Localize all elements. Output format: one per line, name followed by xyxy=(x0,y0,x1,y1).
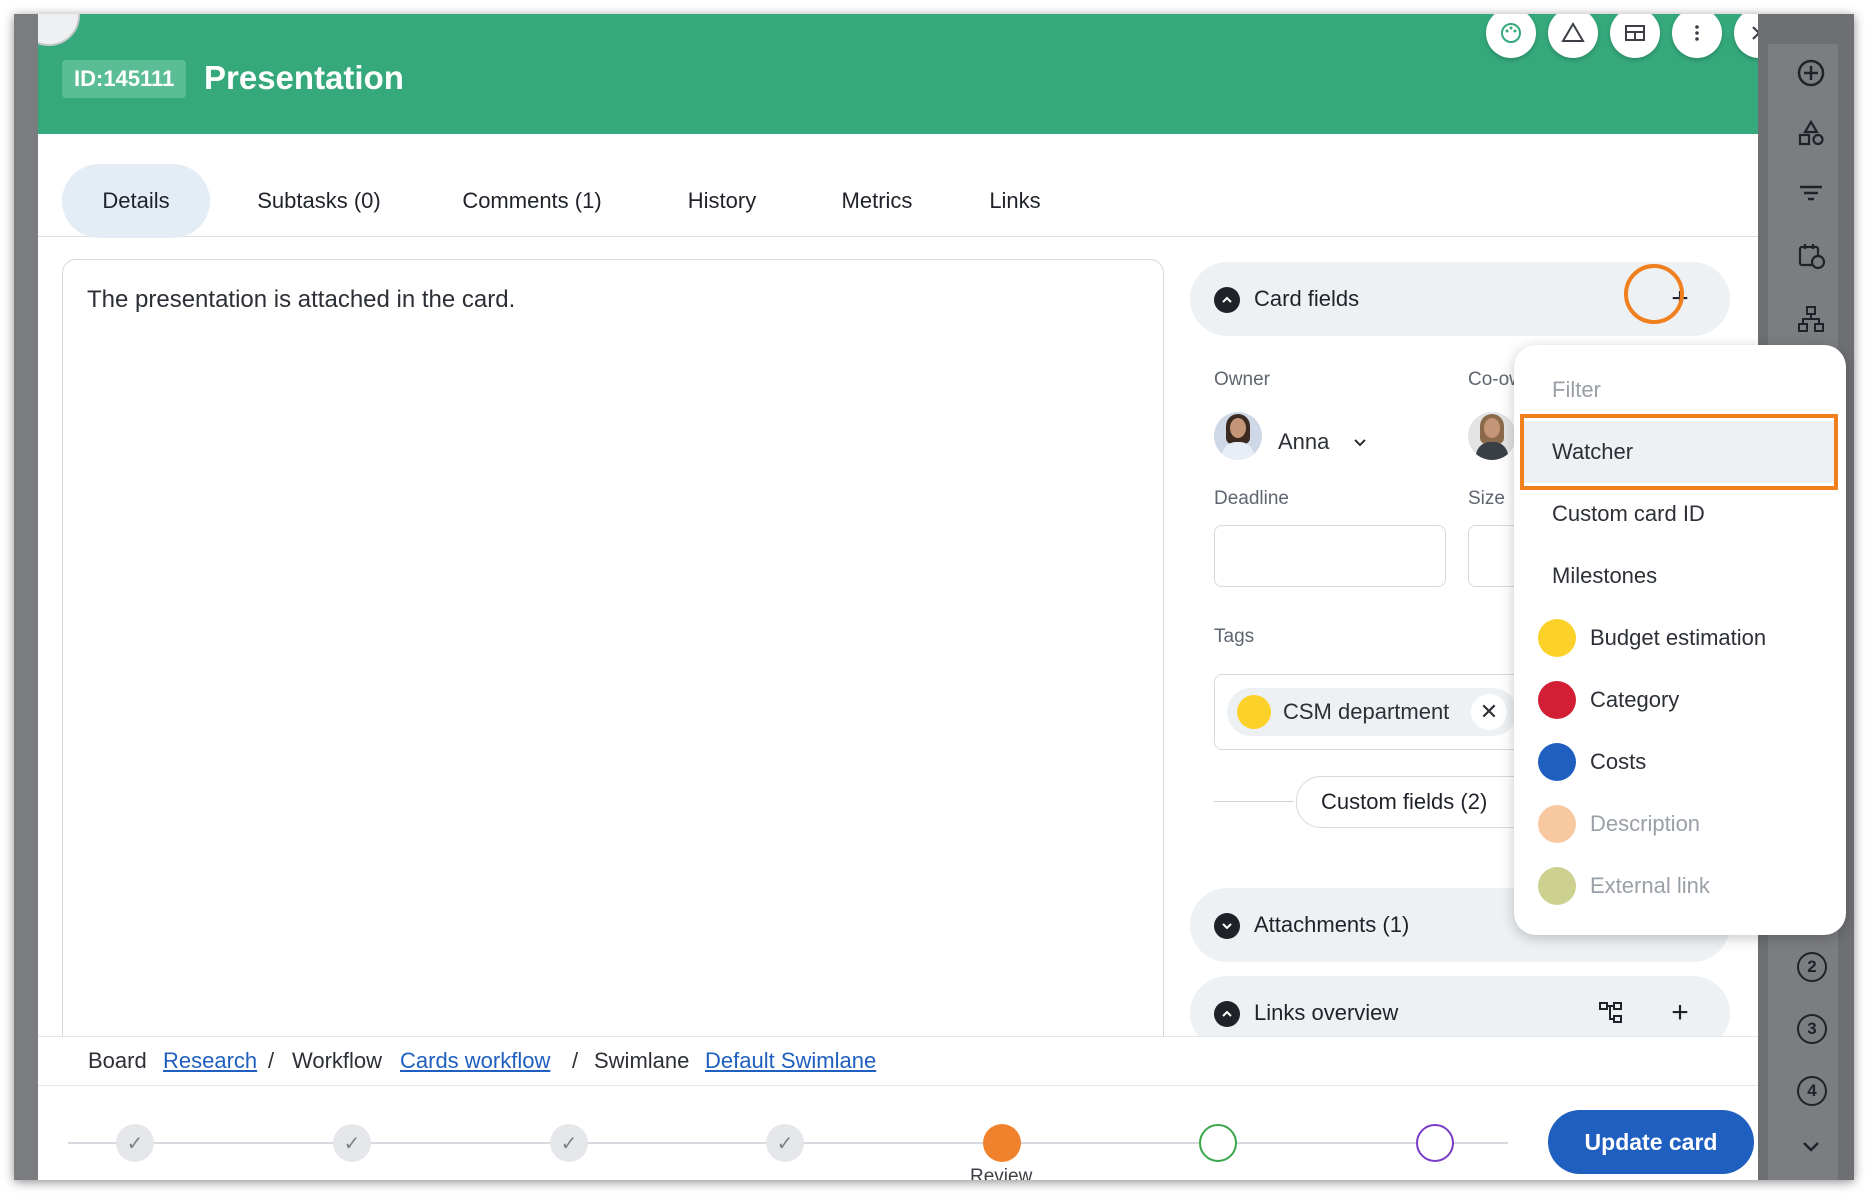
step-future[interactable] xyxy=(1416,1124,1454,1162)
color-dot-icon xyxy=(1538,619,1576,657)
hierarchy-icon[interactable] xyxy=(1796,304,1826,334)
remove-tag-icon[interactable]: ✕ xyxy=(1471,694,1507,730)
breadcrumb: Board Research / Workflow Cards workflow… xyxy=(38,1036,1758,1086)
highlight-box xyxy=(1520,414,1838,490)
dropdown-item-custom-card-id[interactable]: Custom card ID xyxy=(1514,483,1846,545)
tag-color-dot xyxy=(1237,695,1271,729)
dropdown-item-filter[interactable]: Filter xyxy=(1514,359,1846,421)
dropdown-item-costs[interactable]: Costs xyxy=(1514,731,1846,793)
color-dot-icon xyxy=(1538,805,1576,843)
level-4-icon[interactable]: 4 xyxy=(1797,1076,1827,1106)
close-icon[interactable] xyxy=(1734,14,1758,58)
update-card-button[interactable]: Update card xyxy=(1548,1110,1754,1174)
tag-chip: CSM department ✕ xyxy=(1227,688,1517,736)
level-3-icon[interactable]: 3 xyxy=(1797,1014,1827,1044)
links-tree-icon[interactable] xyxy=(1598,1000,1624,1026)
add-circle-icon[interactable] xyxy=(1796,58,1826,88)
layout-icon[interactable] xyxy=(1610,14,1660,58)
custom-fields-label: Custom fields (2) xyxy=(1321,789,1488,814)
tab-subtasks[interactable]: Subtasks (0) xyxy=(234,164,404,238)
step-done[interactable]: ✓ xyxy=(550,1124,588,1162)
breadcrumb-separator: / xyxy=(268,1048,275,1073)
card-details-modal: ID:145111 Presentation Details Subtasks … xyxy=(38,14,1758,1180)
owner-label: Owner xyxy=(1214,369,1270,390)
more-icon[interactable] xyxy=(1672,14,1722,58)
color-dot-icon xyxy=(1538,867,1576,905)
deadline-input[interactable] xyxy=(1214,525,1446,587)
card-title[interactable]: Presentation xyxy=(204,56,404,100)
chevron-down-icon[interactable] xyxy=(1214,913,1240,939)
step-done[interactable]: ✓ xyxy=(333,1124,371,1162)
tab-details[interactable]: Details xyxy=(62,164,210,238)
dropdown-item-milestones[interactable]: Milestones xyxy=(1514,545,1846,607)
dropdown-item-category[interactable]: Category xyxy=(1514,669,1846,731)
chevron-down-icon[interactable] xyxy=(1348,430,1372,454)
chevron-down-icon[interactable] xyxy=(1796,1132,1826,1162)
step-current[interactable] xyxy=(983,1124,1021,1162)
attachments-title: Attachments (1) xyxy=(1254,912,1410,937)
tab-comments[interactable]: Comments (1) xyxy=(438,164,626,238)
divider xyxy=(1214,801,1294,802)
swimlane-link[interactable]: Default Swimlane xyxy=(705,1037,876,1085)
filter-icon[interactable] xyxy=(1796,178,1826,208)
tab-bar: Details Subtasks (0) Comments (1) Histor… xyxy=(38,134,1758,238)
card-header: ID:145111 Presentation xyxy=(38,14,1758,134)
chevron-up-icon[interactable] xyxy=(1214,1001,1240,1027)
calendar-clock-icon[interactable] xyxy=(1796,240,1826,270)
workflow-progress: ✓ ✓ ✓ ✓ Review Update card xyxy=(38,1086,1758,1180)
board-link[interactable]: Research xyxy=(163,1037,257,1085)
warning-icon[interactable] xyxy=(1548,14,1598,58)
level-2-icon[interactable]: 2 xyxy=(1797,952,1827,982)
swimlane-label: Swimlane xyxy=(594,1048,690,1073)
current-step-label: Review xyxy=(970,1166,1033,1180)
color-dot-icon xyxy=(1538,743,1576,781)
chevron-up-icon[interactable] xyxy=(1214,287,1240,313)
owner-name[interactable]: Anna xyxy=(1278,422,1329,462)
shapes-icon[interactable] xyxy=(1796,118,1826,148)
palette-icon[interactable] xyxy=(1486,14,1536,58)
tags-label: Tags xyxy=(1214,626,1255,647)
dropdown-item-budget-estimation[interactable]: Budget estimation xyxy=(1514,607,1846,669)
card-id-badge: ID:145111 xyxy=(62,60,187,98)
breadcrumb-separator: / xyxy=(572,1048,579,1073)
step-done[interactable]: ✓ xyxy=(766,1124,804,1162)
tab-links[interactable]: Links xyxy=(970,164,1060,238)
step-future[interactable] xyxy=(1199,1124,1237,1162)
color-dot-icon xyxy=(1538,681,1576,719)
step-done[interactable]: ✓ xyxy=(116,1124,154,1162)
add-link-icon[interactable]: + xyxy=(1660,993,1700,1033)
deadline-label: Deadline xyxy=(1214,488,1289,509)
tab-metrics[interactable]: Metrics xyxy=(814,164,940,238)
tag-label: CSM department xyxy=(1283,699,1450,724)
owner-avatar xyxy=(1214,412,1262,460)
coowner-avatar xyxy=(1468,412,1516,460)
board-label: Board xyxy=(88,1048,147,1073)
dropdown-item-description[interactable]: Description xyxy=(1514,793,1846,855)
highlight-ring xyxy=(1624,264,1684,324)
dropdown-item-external-link[interactable]: External link xyxy=(1514,855,1846,917)
workflow-label: Workflow xyxy=(292,1048,383,1073)
description-text: The presentation is attached in the card… xyxy=(87,286,516,313)
size-label: Size xyxy=(1468,488,1505,509)
card-fields-title: Card fields xyxy=(1254,286,1360,311)
tab-history[interactable]: History xyxy=(660,164,784,238)
workflow-link[interactable]: Cards workflow xyxy=(400,1037,550,1085)
